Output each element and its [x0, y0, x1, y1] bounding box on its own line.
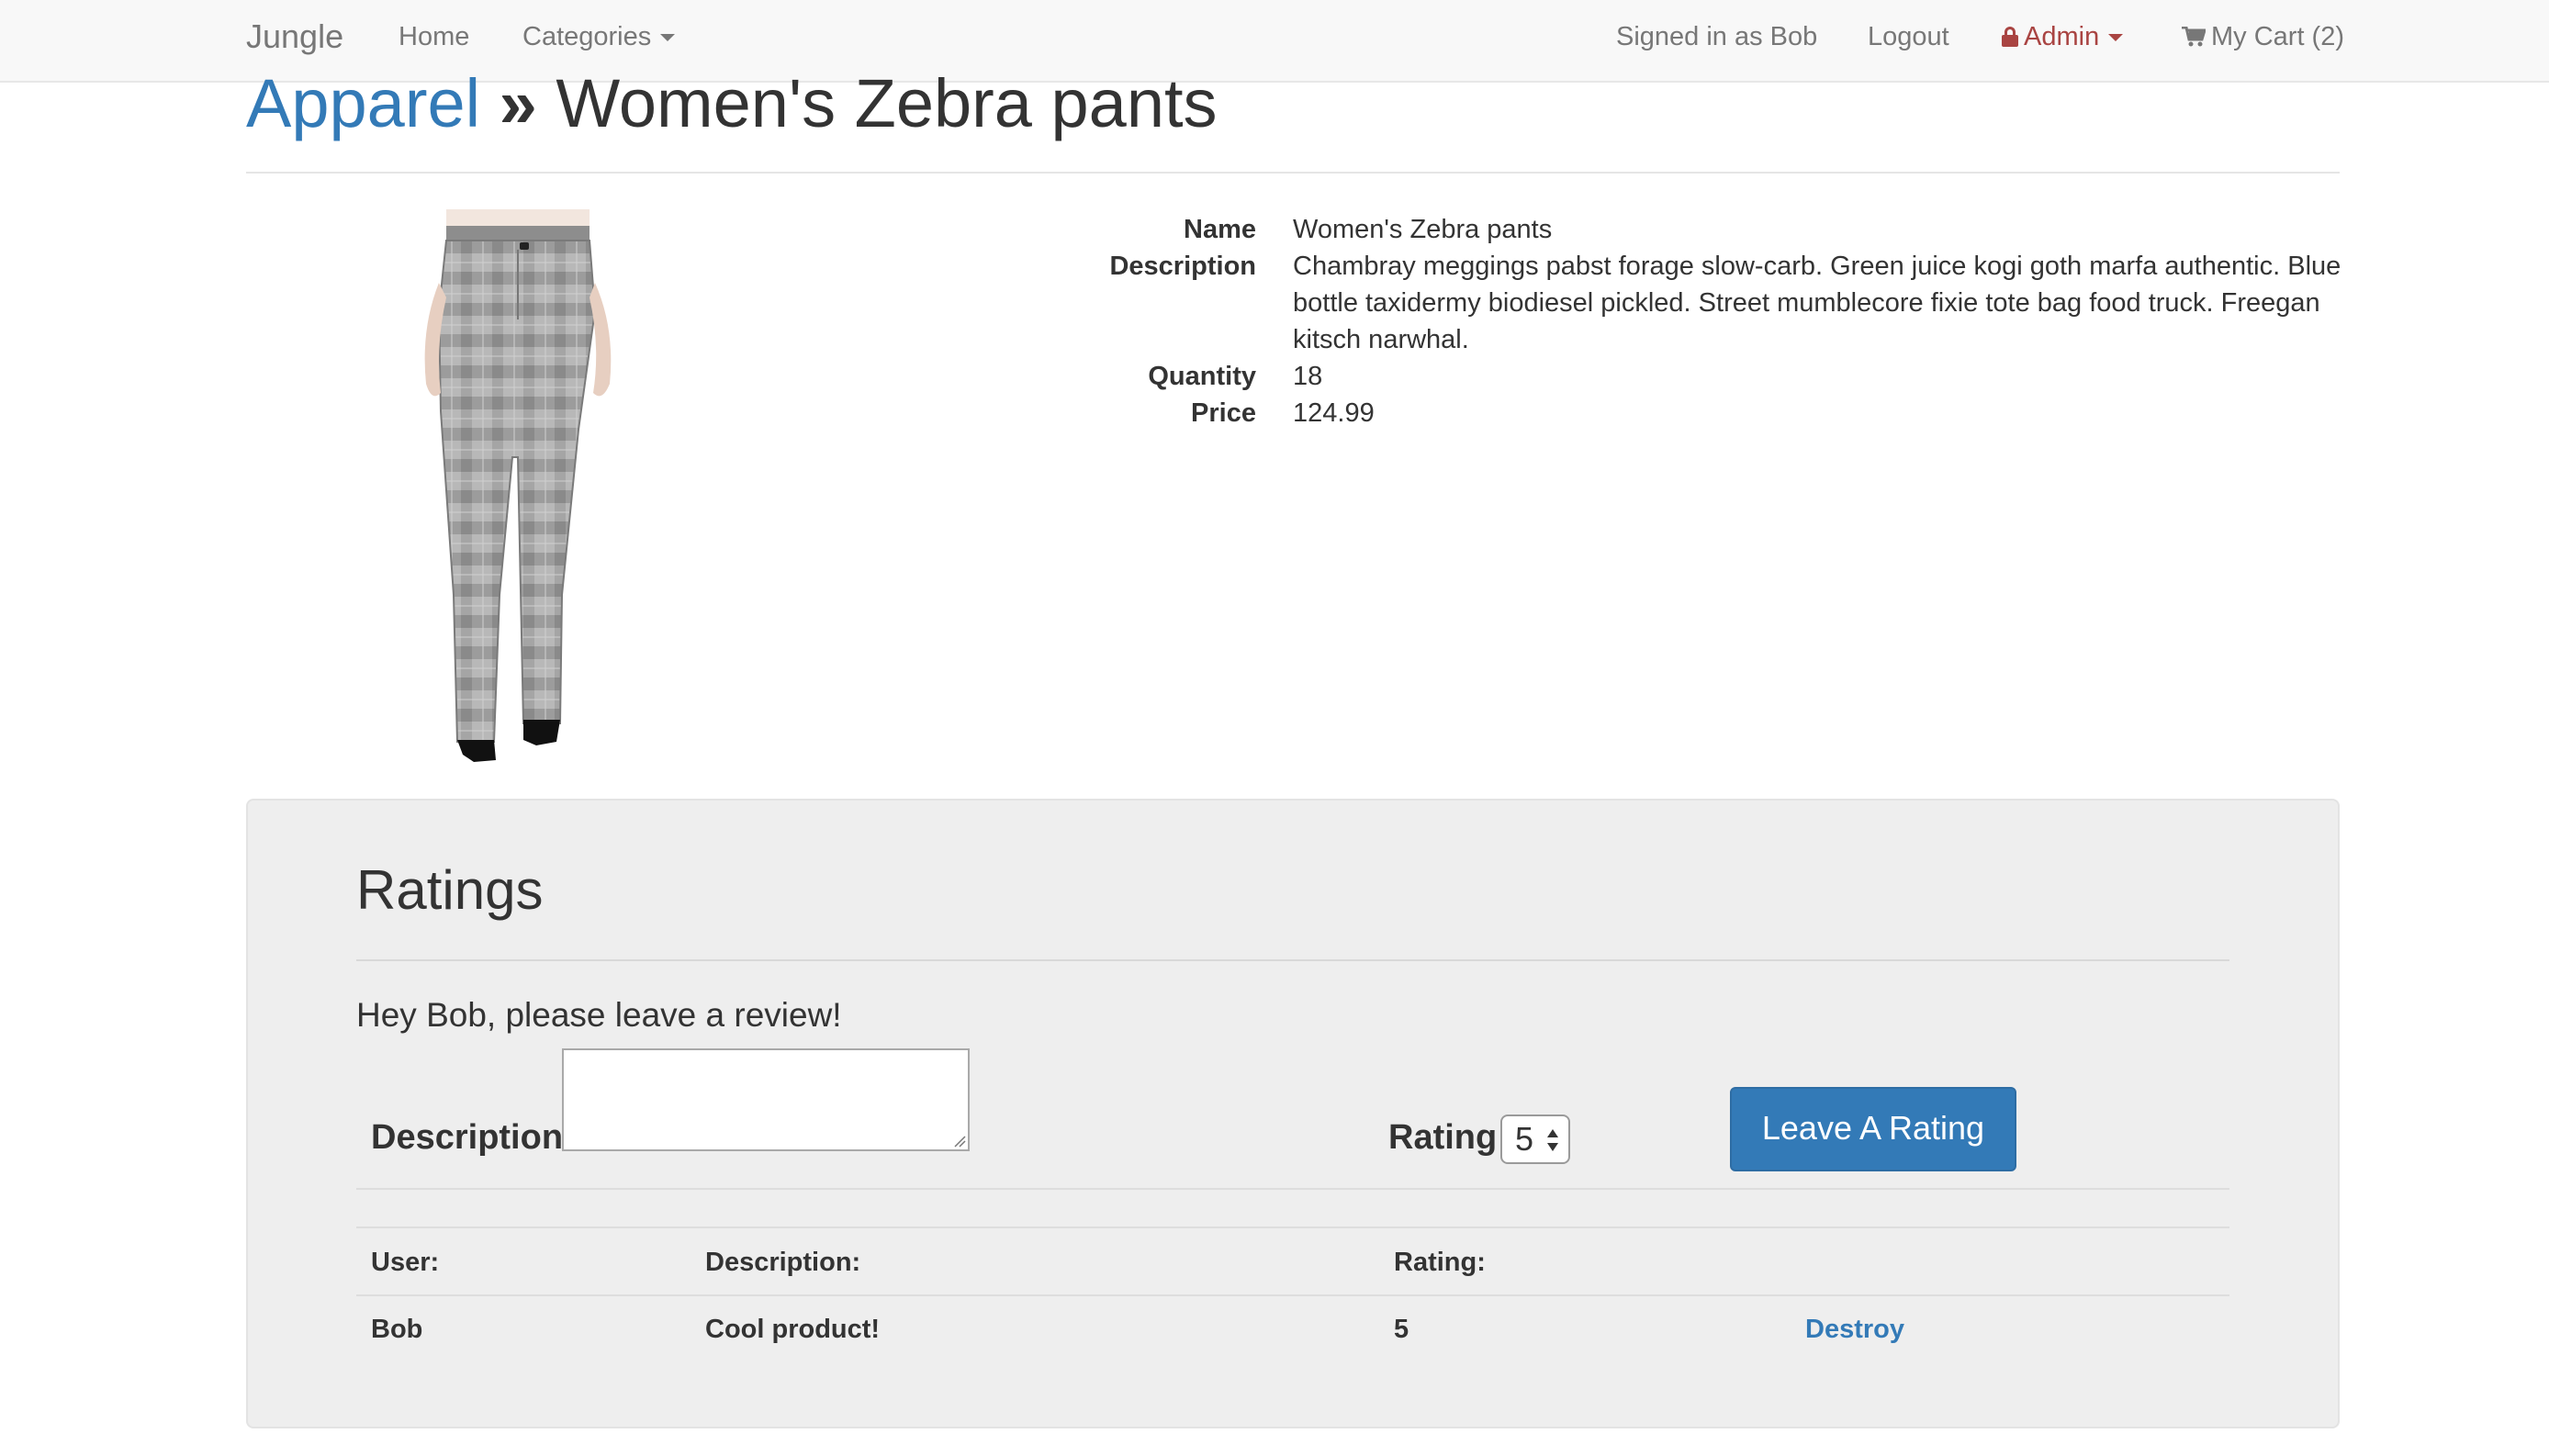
table-header-user: User:: [371, 1248, 440, 1277]
rating-label: Rating: [1388, 1118, 1498, 1157]
cart-label: My Cart (2): [2211, 22, 2344, 51]
product-image: [424, 209, 612, 762]
table-top-border: [356, 1226, 2229, 1228]
ratings-panel: [246, 799, 2340, 1428]
quantity-value: 18: [1293, 362, 1323, 391]
product-title: Women's Zebra pants: [556, 65, 1218, 141]
row-user: Bob: [371, 1315, 423, 1344]
table-header-description: Description:: [705, 1248, 861, 1277]
form-divider: [356, 1188, 2229, 1190]
signed-in-text: Signed in as Bob: [1616, 22, 1818, 51]
chevron-down-icon: [660, 34, 676, 42]
lock-icon: [2002, 27, 2018, 47]
resize-handle-icon: [954, 1136, 966, 1148]
review-prompt: Hey Bob, please leave a review!: [356, 996, 842, 1034]
description-line: bottle taxidermy biodiesel pickled. Stre…: [1293, 288, 2320, 318]
admin-label: Admin: [2024, 22, 2100, 51]
description-line: Chambray meggings pabst forage slow-carb…: [1293, 252, 2341, 281]
description-line: kitsch narwhal.: [1293, 325, 1469, 354]
quantity-label: Quantity: [1148, 362, 1256, 391]
destroy-rating-link[interactable]: Destroy: [1805, 1311, 1904, 1348]
table-header-divider: [356, 1294, 2229, 1296]
cart-link[interactable]: My Cart (2): [2182, 0, 2344, 73]
name-label: Name: [1184, 215, 1256, 244]
rating-select[interactable]: 5: [1500, 1114, 1570, 1164]
select-arrows-icon: [1547, 1129, 1558, 1151]
row-description: Cool product!: [705, 1315, 881, 1344]
leave-rating-button[interactable]: Leave A Rating: [1730, 1087, 2016, 1171]
rating-description-input[interactable]: [562, 1048, 970, 1151]
page-title: Apparel » Women's Zebra pants: [246, 62, 1218, 145]
chevron-down-icon: [2108, 34, 2124, 42]
shopping-cart-icon: [2182, 26, 2207, 47]
logout-link[interactable]: Logout: [1868, 0, 1949, 73]
header-divider: [246, 172, 2340, 174]
category-link[interactable]: Apparel: [246, 65, 480, 141]
name-value: Women's Zebra pants: [1293, 215, 1553, 244]
table-header-rating: Rating:: [1394, 1248, 1486, 1277]
row-rating: 5: [1394, 1315, 1409, 1344]
price-value: 124.99: [1293, 398, 1375, 428]
price-label: Price: [1191, 398, 1256, 428]
ratings-heading: Ratings: [356, 859, 544, 921]
admin-dropdown[interactable]: Admin: [2002, 0, 2124, 73]
rating-description-label: Description: [371, 1118, 564, 1157]
breadcrumb-separator: »: [499, 65, 537, 141]
ratings-divider: [356, 959, 2229, 961]
rating-select-value: 5: [1515, 1120, 1534, 1158]
description-label: Description: [1109, 252, 1256, 281]
nav-categories-label: Categories: [522, 22, 652, 51]
